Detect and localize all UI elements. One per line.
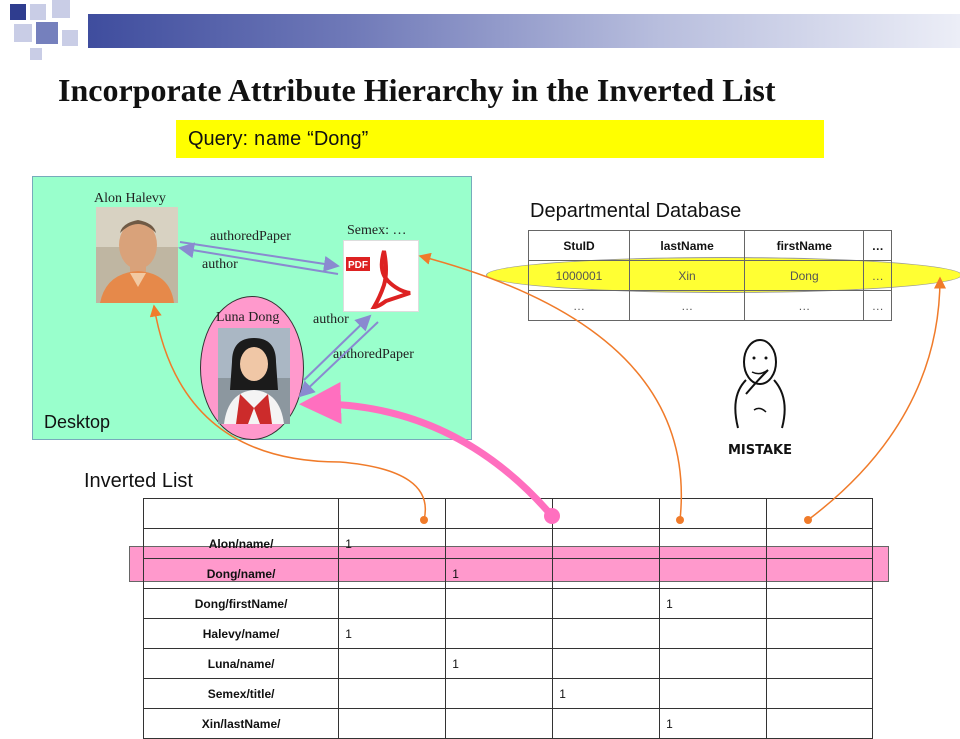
- arrow-author-2: [298, 321, 379, 398]
- arrow-authoredpaper-2: [303, 314, 372, 381]
- arrows-overlay: [149, 241, 946, 524]
- arrow-orange-dot-3: [804, 516, 812, 524]
- arrow-pink-luna: [299, 382, 555, 519]
- arrow-orange-dot-2: [676, 516, 684, 524]
- arrow-author-1: [178, 242, 339, 275]
- arrow-orange-semex: [418, 252, 682, 521]
- arrow-orange-dot-1: [420, 516, 428, 524]
- arrow-pink-dot: [544, 508, 560, 524]
- arrow-orange-db: [807, 276, 946, 521]
- arrow-authoredpaper-1: [179, 241, 340, 272]
